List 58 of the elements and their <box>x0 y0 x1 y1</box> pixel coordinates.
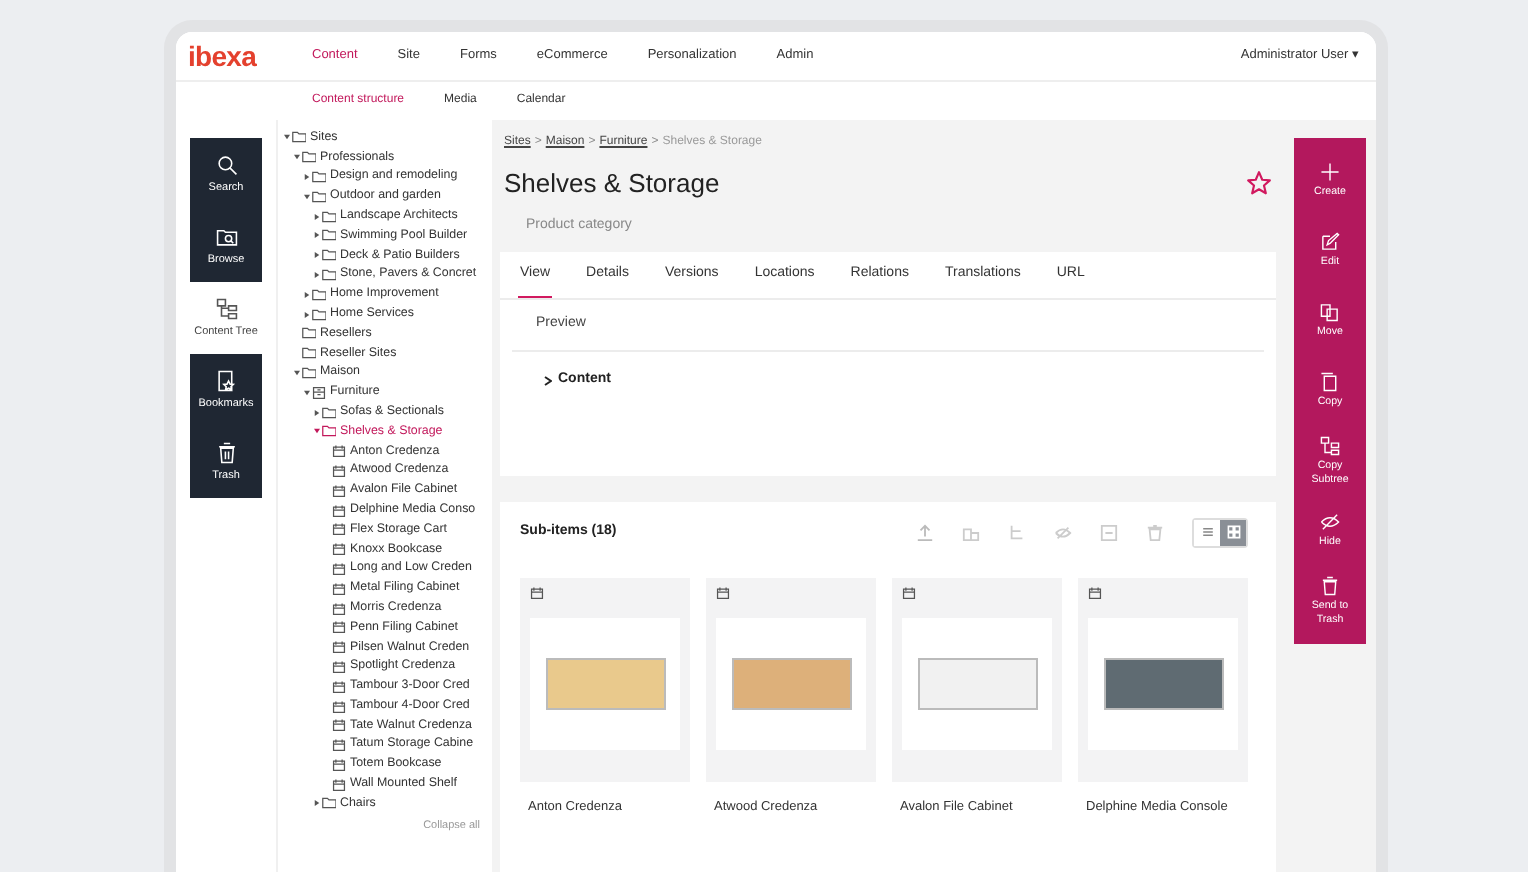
toggle-icon[interactable] <box>314 409 320 416</box>
logo: ibexa <box>188 37 259 75</box>
grid-view-button[interactable] <box>1220 519 1246 545</box>
product-icon <box>332 738 346 753</box>
product-icon <box>332 561 346 576</box>
product-icon <box>716 586 730 600</box>
toggle-icon[interactable] <box>304 173 310 180</box>
hide-icon <box>1320 512 1340 533</box>
toggle-icon[interactable] <box>314 213 320 220</box>
bookmark-star-icon[interactable] <box>1246 170 1272 197</box>
edit-icon <box>1320 232 1340 253</box>
toggle-icon[interactable] <box>314 800 320 807</box>
product-icon <box>332 463 346 478</box>
page-title: Shelves & Storage <box>504 166 720 202</box>
product-icon <box>332 659 346 674</box>
chevron-icon <box>544 375 552 386</box>
trash-icon <box>215 441 237 464</box>
trash-icon <box>1320 576 1340 597</box>
product-icon <box>332 718 346 733</box>
grid-icon <box>1225 524 1241 540</box>
product-icon <box>530 586 544 600</box>
bookmark-icon <box>215 369 237 392</box>
product-icon <box>332 483 346 498</box>
product-icon <box>332 620 346 635</box>
toggle-icon[interactable] <box>294 369 300 376</box>
product-icon <box>332 777 346 792</box>
toggle-icon[interactable] <box>304 389 310 396</box>
drawer-icon <box>312 385 326 400</box>
product-icon <box>332 542 346 557</box>
product-icon <box>332 699 346 713</box>
product-icon <box>332 640 346 655</box>
product-icon <box>332 444 346 459</box>
toggle-icon[interactable] <box>294 154 300 161</box>
list-icon <box>1199 524 1215 540</box>
tree-icon <box>215 297 237 320</box>
browse-icon <box>215 225 237 248</box>
toggle-icon[interactable] <box>314 428 320 435</box>
copy-icon <box>1320 372 1340 393</box>
toggle-icon[interactable] <box>314 252 320 259</box>
toggle-icon[interactable] <box>304 193 310 200</box>
product-icon <box>332 503 346 518</box>
folder-icon <box>322 796 336 811</box>
product-icon <box>902 586 916 600</box>
subtree-icon <box>1320 436 1340 457</box>
product-icon <box>332 679 346 694</box>
toggle-icon[interactable] <box>304 311 310 318</box>
plus-icon <box>1320 162 1340 183</box>
toggle-icon[interactable] <box>314 232 320 239</box>
product-icon <box>332 757 346 772</box>
move-icon <box>1320 302 1340 323</box>
product-icon <box>332 581 346 596</box>
product-icon <box>332 522 346 537</box>
toggle-icon[interactable] <box>304 291 310 298</box>
search-icon <box>215 153 237 176</box>
product-icon <box>332 601 346 616</box>
toggle-icon[interactable] <box>314 271 320 278</box>
product-icon <box>1088 586 1102 600</box>
toggle-icon[interactable] <box>284 134 290 141</box>
